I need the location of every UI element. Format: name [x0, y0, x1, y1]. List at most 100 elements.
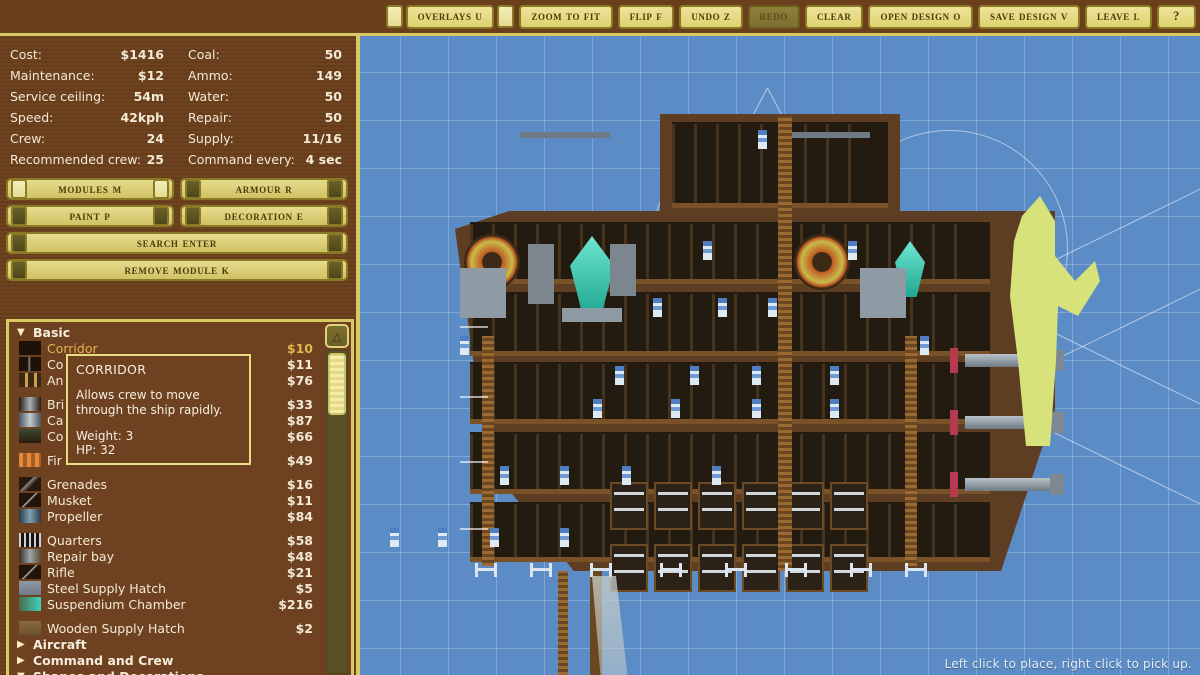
- module-name: Musket: [47, 492, 92, 508]
- measure-tick: [460, 461, 488, 463]
- tooltip-title: CORRIDOR: [76, 362, 147, 377]
- flip-button[interactable]: Flip F: [617, 4, 675, 29]
- module-category-label: Command and Crew: [33, 652, 174, 668]
- module-icon: [19, 493, 41, 507]
- module-list-item[interactable]: Suspendium Chamber $216: [9, 596, 323, 612]
- overlays-group[interactable]: Overlays U: [385, 4, 515, 29]
- zoom-to-fit-button[interactable]: Zoom to fit: [519, 4, 613, 29]
- search-button[interactable]: Search ENTER: [6, 232, 348, 254]
- module-category-label: Basic: [33, 324, 71, 340]
- module-category-shapes-and-decorations[interactable]: ▼ Shapes and Decorations: [9, 668, 323, 675]
- stat-label: Maintenance:: [10, 68, 95, 83]
- clear-button[interactable]: Clear: [804, 4, 864, 29]
- help-button[interactable]: ?: [1157, 4, 1196, 29]
- deck-stud: [954, 294, 957, 354]
- crew-member: [560, 528, 569, 547]
- stat-label: Recommended crew:: [10, 152, 142, 167]
- crew-member: [560, 466, 569, 485]
- deck-stud: [672, 124, 675, 206]
- bunk-bed: [658, 492, 688, 495]
- deck-stud: [800, 294, 803, 354]
- deck-stud: [888, 364, 891, 422]
- module-category-command-and-crew[interactable]: ▶ Command and Crew: [9, 652, 323, 668]
- search-right-knob-icon: [327, 233, 343, 253]
- module-list-item[interactable]: Steel Supply Hatch $5: [9, 580, 323, 596]
- module-price: $11: [286, 492, 313, 508]
- blueprint-canvas[interactable]: Left click to place, right click to pick…: [360, 36, 1200, 675]
- deck-stud: [646, 364, 649, 422]
- crew-member: [390, 528, 399, 547]
- module-price: $84: [286, 508, 313, 524]
- deck-stud: [470, 504, 473, 560]
- deck-stud: [844, 294, 847, 354]
- module-name: Grenades: [47, 476, 107, 492]
- scroll-up-button[interactable]: △: [325, 324, 349, 348]
- save-design-button[interactable]: Save design V: [978, 4, 1080, 29]
- decoration-tab-button[interactable]: Decoration E: [180, 205, 348, 227]
- module-list-item[interactable]: Quarters $58: [9, 532, 323, 548]
- deck-stud: [738, 124, 741, 206]
- module-category-label: Shapes and Decorations: [33, 669, 204, 675]
- stat-label: Speed:: [10, 110, 54, 125]
- stat-value: 50: [324, 110, 342, 125]
- module-price: $66: [286, 428, 313, 444]
- deck-stud: [514, 294, 517, 354]
- deck-stud: [624, 364, 627, 422]
- deck-stud: [580, 434, 583, 492]
- ship-stats: Cost: $1416 Maintenance: $12 Service ceiling…: [0, 44, 356, 176]
- stat-row: Service ceiling: 54m: [0, 86, 178, 107]
- module-list-item[interactable]: Wooden Supply Hatch $2: [9, 620, 323, 636]
- crew-member: [615, 366, 624, 385]
- open-design-button[interactable]: Open design O: [868, 4, 974, 29]
- bunk-bed: [614, 570, 644, 573]
- leave-button[interactable]: Leave L: [1084, 4, 1153, 29]
- module-icon: [19, 453, 41, 467]
- bunk-bed: [746, 554, 776, 557]
- scrollbar-track[interactable]: [326, 350, 348, 674]
- module-icon: [19, 581, 41, 595]
- module-list-item[interactable]: Musket $11: [9, 492, 323, 508]
- deck-stud: [756, 294, 759, 354]
- module-list-item[interactable]: Rifle $21: [9, 564, 323, 580]
- armour-tab-button[interactable]: Armour R: [180, 178, 348, 200]
- module-category-label: Aircraft: [33, 636, 87, 652]
- stat-row: Ammo: 149: [178, 65, 356, 86]
- stat-row: Water: 50: [178, 86, 356, 107]
- bunk-cell: [742, 482, 780, 530]
- module-category-aircraft[interactable]: ▶ Aircraft: [9, 636, 323, 652]
- deck-stud: [558, 364, 561, 422]
- module-list-item[interactable]: Repair bay $48: [9, 548, 323, 564]
- paint-tab-button[interactable]: Paint P: [6, 205, 174, 227]
- overlays-button[interactable]: Overlays U: [405, 4, 495, 29]
- undo-button[interactable]: Undo Z: [679, 4, 743, 29]
- ship-design[interactable]: [360, 36, 1200, 675]
- stat-row: Repair: 50: [178, 107, 356, 128]
- deck-stud: [646, 294, 649, 354]
- bunk-bed: [746, 570, 776, 573]
- overlays-left-knob-icon[interactable]: [385, 5, 403, 28]
- stat-label: Ammo:: [188, 68, 233, 83]
- remove-module-button[interactable]: Remove module K: [6, 259, 348, 281]
- deck-stud: [514, 434, 517, 492]
- module-list-scrollbar[interactable]: △ ▽: [325, 324, 349, 675]
- module-icon: [19, 357, 41, 371]
- machinery: [860, 268, 906, 318]
- scrollbar-thumb[interactable]: [328, 353, 346, 415]
- module-price: $11: [286, 356, 313, 372]
- module-list-item[interactable]: Grenades $16: [9, 476, 323, 492]
- deck-stud: [558, 224, 561, 282]
- bunk-cell: [830, 482, 868, 530]
- cannon-muzzle: [950, 410, 958, 435]
- machinery: [610, 244, 636, 296]
- overlays-right-knob-icon[interactable]: [497, 5, 515, 28]
- machinery: [528, 244, 554, 304]
- module-list-item[interactable]: Propeller $84: [9, 508, 323, 524]
- module-category-basic[interactable]: ▼ Basic: [9, 324, 323, 340]
- deck-stud: [756, 224, 759, 282]
- deck-stud: [514, 364, 517, 422]
- modules-tab-button[interactable]: Modules M: [6, 178, 174, 200]
- module-name: Quarters: [47, 532, 102, 548]
- module-icon: [19, 341, 41, 355]
- module-name: Rifle: [47, 564, 75, 580]
